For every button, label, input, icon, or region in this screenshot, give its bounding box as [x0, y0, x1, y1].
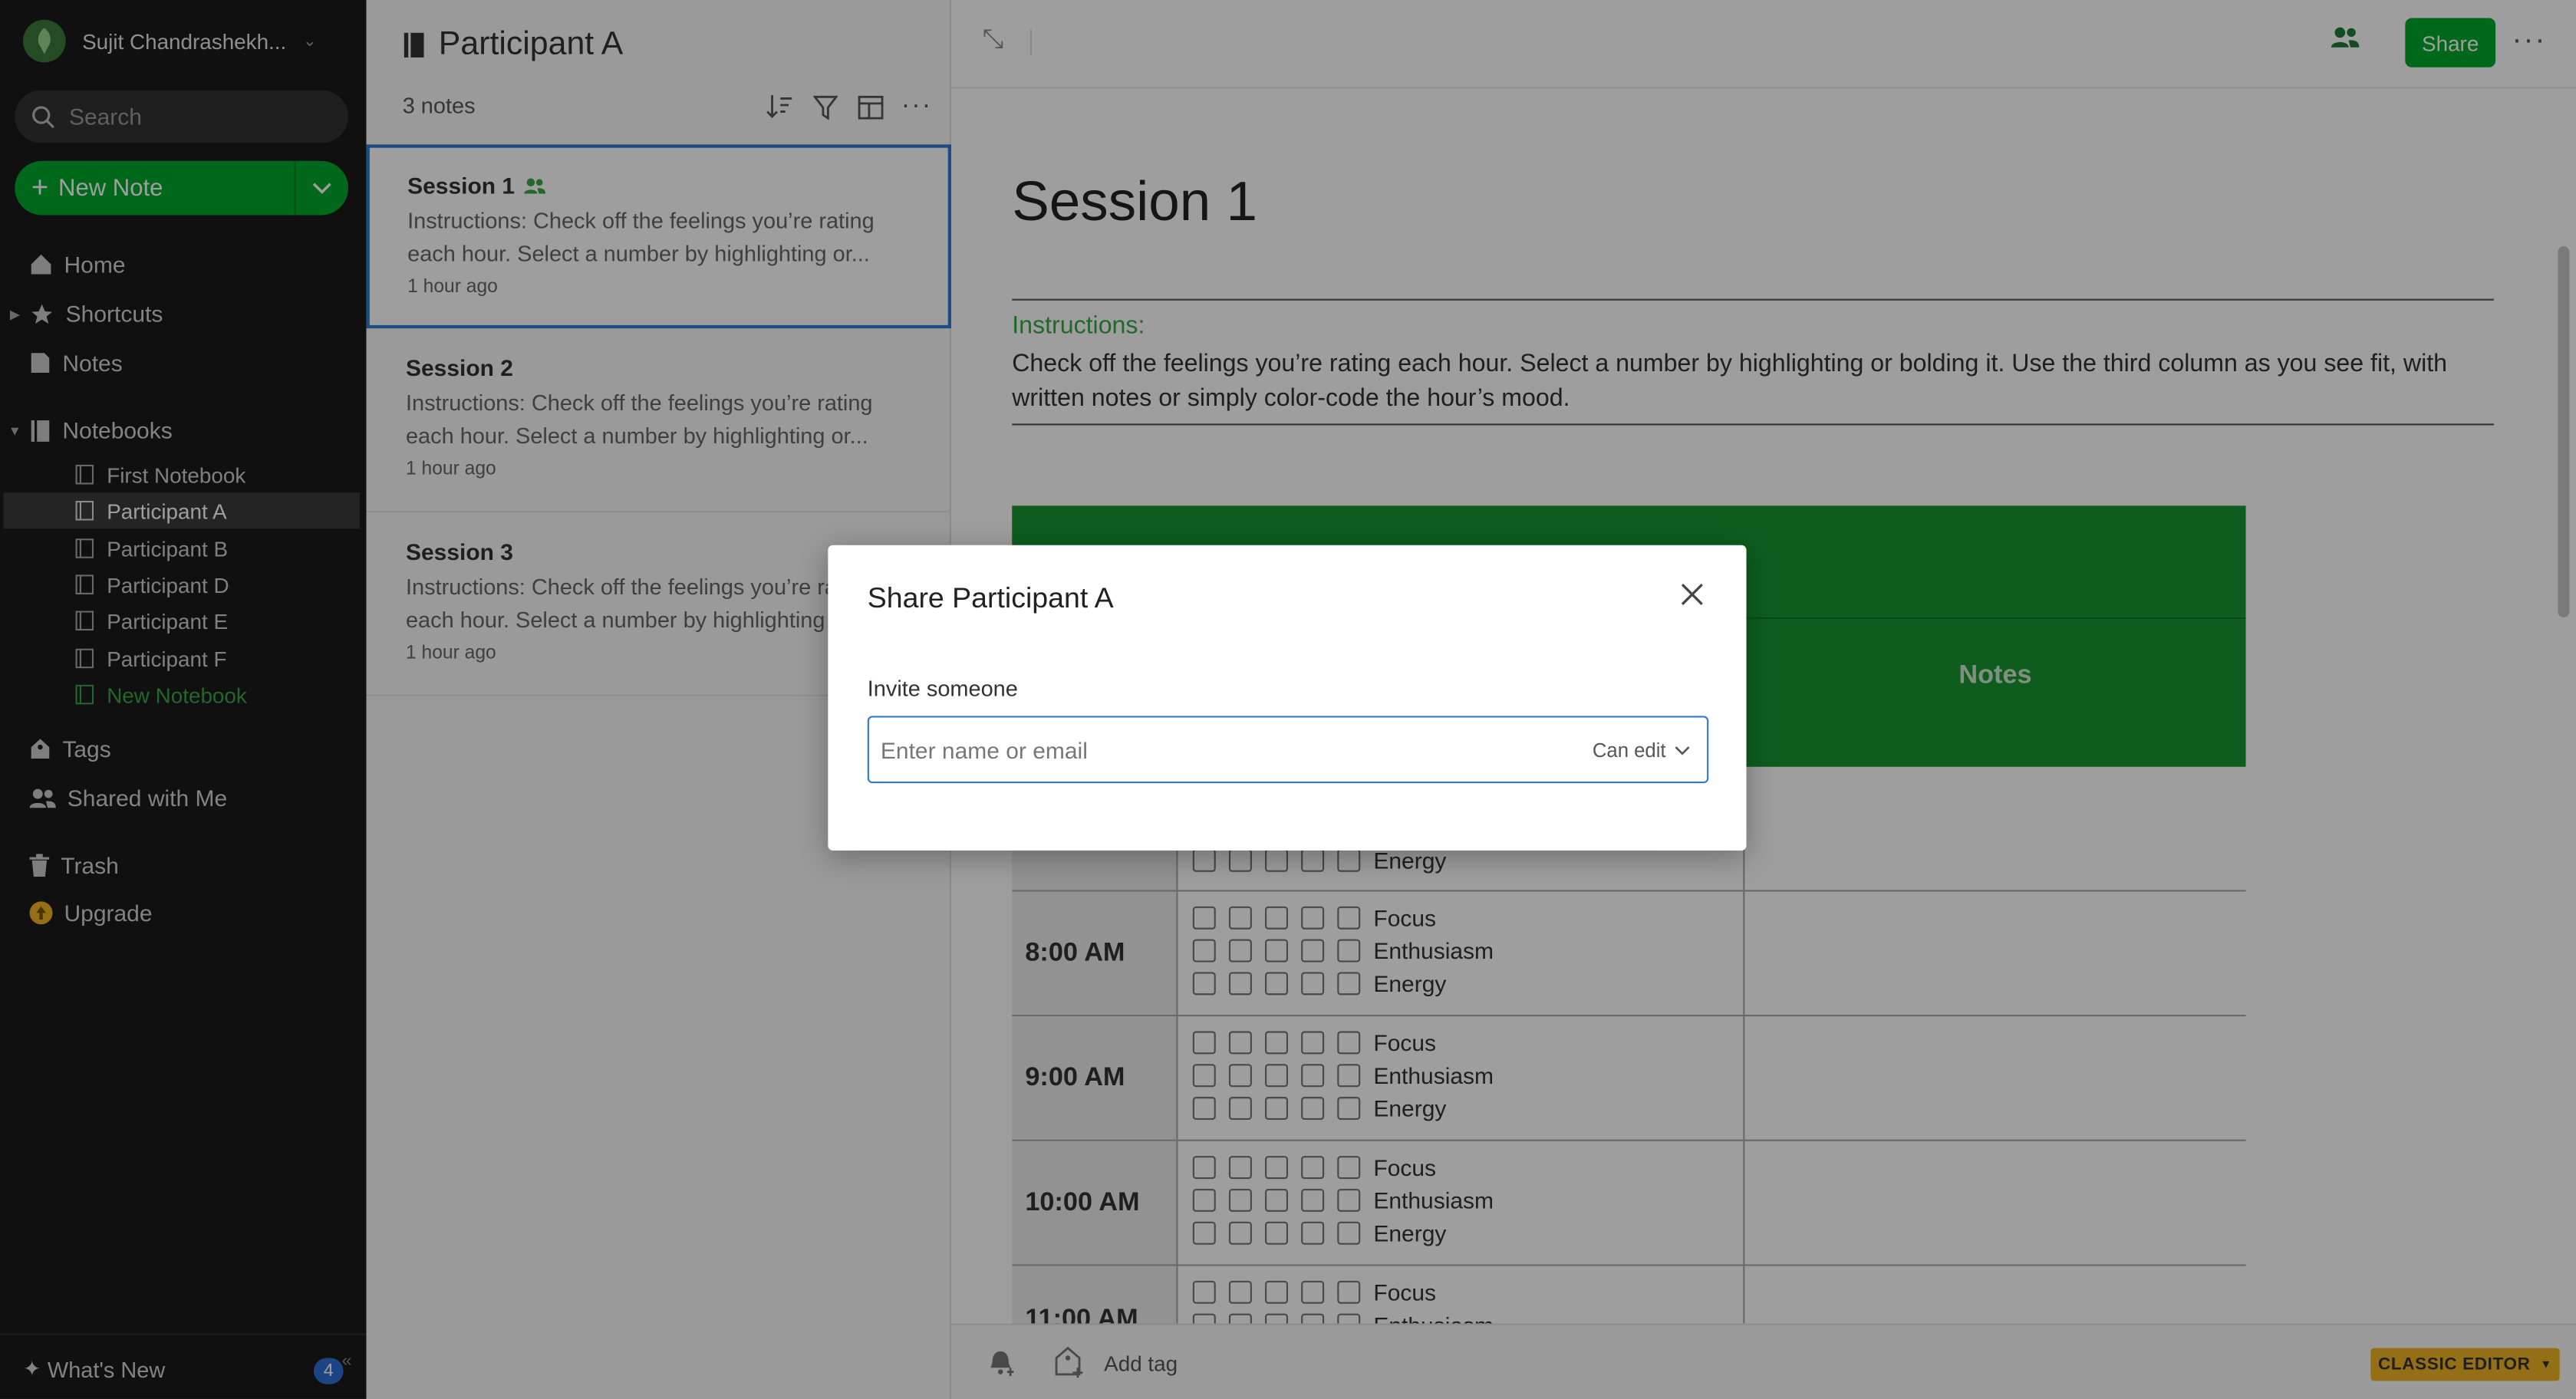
permission-select[interactable]: Can edit — [1593, 738, 1707, 761]
chevron-down-icon — [1675, 746, 1690, 755]
invite-input[interactable] — [868, 717, 1593, 782]
close-icon[interactable] — [1681, 578, 1704, 616]
invite-label: Invite someone — [867, 676, 1018, 702]
dialog-title: Share Participant A — [867, 581, 1114, 614]
share-dialog: Share Participant A Invite someone Can e… — [828, 545, 1747, 851]
permission-value: Can edit — [1592, 738, 1666, 762]
invite-field: Can edit — [867, 716, 1709, 784]
